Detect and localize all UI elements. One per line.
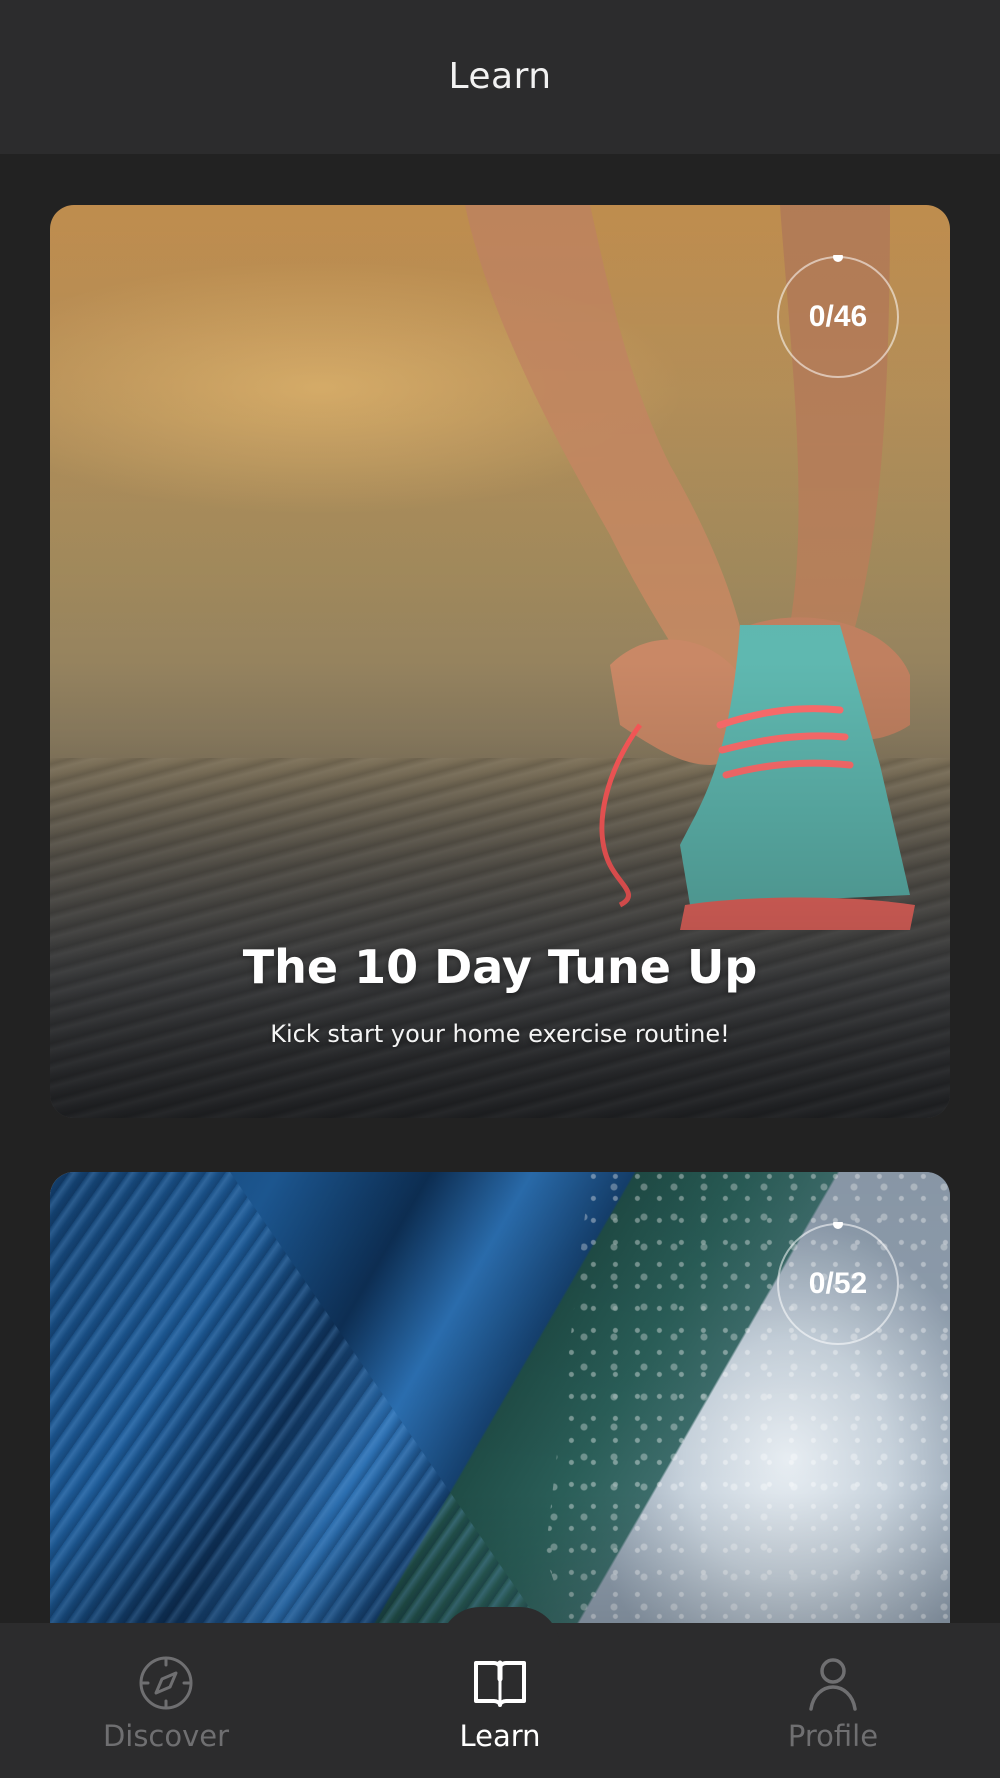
person-icon <box>809 1658 857 1711</box>
top-navigation-bar: Learn <box>0 0 1000 154</box>
tab-profile[interactable]: Profile <box>733 1653 933 1753</box>
bottom-tab-bar: Discover Learn Profile <box>0 1607 1000 1778</box>
program-card-tune-up[interactable]: 0/46 The 10 Day Tune Up Kick start your … <box>50 205 950 1118</box>
tab-label: Learn <box>459 1719 541 1753</box>
progress-count: 0/52 <box>808 1267 868 1300</box>
compass-icon <box>139 1656 193 1710</box>
progress-ring: 0/46 <box>776 255 900 379</box>
app-screen: Learn 0/46 The 10 Day Tune Up Kick start… <box>0 0 1000 1778</box>
card-title: The 10 Day Tune Up <box>242 940 758 994</box>
tab-learn[interactable]: Learn <box>400 1653 600 1753</box>
progress-count: 0/46 <box>808 300 868 333</box>
tab-label: Discover <box>102 1719 230 1753</box>
progress-ring: 0/52 <box>776 1222 900 1346</box>
book-icon <box>474 1660 526 1707</box>
page-title: Learn <box>448 55 552 97</box>
active-tab-notch <box>440 1607 560 1647</box>
tab-discover[interactable]: Discover <box>66 1653 266 1753</box>
card-subtitle: Kick start your home exercise routine! <box>270 1020 730 1048</box>
tab-label: Profile <box>787 1719 879 1753</box>
